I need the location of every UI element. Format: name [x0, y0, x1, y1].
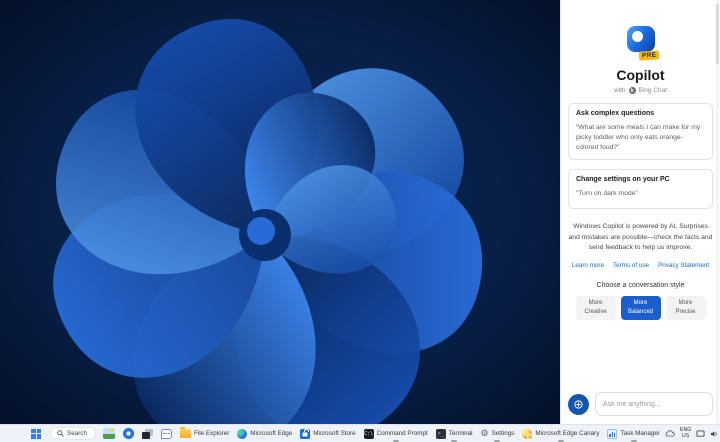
language-indicator[interactable]: ENG US [680, 427, 691, 440]
new-topic-button[interactable] [568, 393, 589, 415]
taskbar-app-task-manager[interactable]: Task Manager [604, 426, 663, 442]
app-label: Microsoft Edge Canary [535, 430, 600, 437]
microsoft-store-icon [300, 428, 311, 439]
legal-links: Learn more Terms of use Privacy Statemen… [568, 262, 713, 269]
style-btn-line2: Precise [675, 308, 696, 315]
taskbar-app-microsoft-edge-canary[interactable]: Microsoft Edge Canary [519, 426, 602, 442]
style-btn-line2: Creative [584, 308, 607, 315]
chat-input-row [568, 392, 713, 416]
desktop-wallpaper[interactable] [0, 0, 560, 424]
taskbar-app-microsoft-edge[interactable]: Microsoft Edge [234, 426, 295, 442]
volume-icon[interactable] [710, 430, 719, 438]
style-more-precise-button[interactable]: More Precise [665, 295, 706, 320]
settings-gear-icon: ⚙ [480, 428, 489, 438]
terms-of-use-link[interactable]: Terms of use [613, 262, 649, 269]
learn-more-link[interactable]: Learn more [572, 262, 604, 269]
bing-icon: b [628, 87, 636, 94]
app-label: File Explorer [193, 430, 230, 437]
app-label: Microsoft Edge [250, 430, 293, 437]
card-heading: Change settings on your PC [576, 175, 670, 183]
copilot-taskbar-button[interactable] [120, 426, 137, 442]
running-indicator [451, 439, 458, 442]
style-btn-line1: More [588, 299, 603, 306]
command-prompt-icon: C:\ [363, 428, 374, 439]
style-btn-line1: More [633, 299, 648, 306]
onedrive-cloud-icon[interactable] [665, 430, 675, 437]
suggestion-card-complex-questions[interactable]: Ask complex questions “What are some mea… [568, 103, 713, 160]
conversation-style-label: Choose a conversation style [596, 281, 685, 289]
chat-button[interactable] [158, 426, 175, 442]
running-indicator [557, 439, 564, 442]
running-indicator [630, 439, 637, 442]
bloom-wallpaper-art [0, 0, 560, 424]
style-more-creative-button[interactable]: More Creative [575, 295, 616, 320]
app-label: Settings [491, 430, 515, 437]
terminal-icon: >_ [435, 428, 446, 439]
copilot-scrollbar-thumb[interactable] [716, 4, 719, 64]
task-view-icon [141, 428, 153, 439]
subtitle-prefix: with [613, 87, 626, 94]
taskbar-app-command-prompt[interactable]: C:\ Command Prompt [361, 426, 431, 442]
suggestion-card-change-settings[interactable]: Change settings on your PC “Turn on dark… [568, 168, 713, 210]
app-label: Command Prompt [376, 430, 428, 437]
windows-logo-icon [31, 428, 41, 439]
app-label: Terminal [448, 430, 473, 437]
copilot-taskbar-icon [122, 428, 134, 439]
app-label: Task Manager [620, 430, 660, 437]
task-view-button[interactable] [139, 426, 156, 442]
chat-icon [160, 428, 172, 439]
card-body: “Turn on dark mode” [576, 189, 638, 197]
taskbar-app-settings[interactable]: ⚙ Settings [478, 426, 518, 442]
running-indicator [494, 439, 501, 442]
microsoft-edge-icon [237, 428, 248, 439]
copilot-logo-icon [626, 26, 655, 52]
copilot-title: Copilot [616, 67, 665, 83]
weather-widget-icon [102, 428, 115, 439]
preview-badge: PRE [638, 50, 660, 61]
copilot-logo: PRE [624, 26, 660, 61]
taskbar: Search File Explorer Microsoft Edge Micr… [0, 424, 720, 442]
start-button[interactable] [28, 426, 44, 442]
card-heading: Ask complex questions [576, 110, 655, 117]
copilot-panel: PRE Copilot with b Bing Chat Ask complex… [560, 0, 720, 424]
taskbar-app-microsoft-store[interactable]: Microsoft Store [297, 426, 358, 442]
search-label: Search [67, 430, 87, 437]
widgets-button[interactable] [100, 426, 118, 442]
running-indicator [392, 439, 399, 442]
style-btn-line2: Balanced [627, 308, 654, 315]
app-label: Microsoft Store [313, 430, 356, 437]
new-topic-icon [574, 399, 583, 409]
system-tray: ENG US 7:23 PM 6/24/2023 [665, 425, 720, 442]
card-body: “What are some meals I can make for my p… [576, 124, 701, 151]
language-line2: US [682, 432, 690, 439]
display-icon[interactable] [696, 429, 705, 438]
subtitle-suffix: Bing Chat [638, 87, 668, 94]
copilot-subtitle: with b Bing Chat [568, 87, 713, 94]
search-box[interactable]: Search [50, 427, 96, 440]
taskbar-app-terminal[interactable]: >_ Terminal [433, 426, 476, 442]
privacy-statement-link[interactable]: Privacy Statement [658, 262, 709, 269]
desktop: PRE Copilot with b Bing Chat Ask complex… [0, 0, 720, 442]
style-more-balanced-button[interactable]: More Balanced [620, 295, 661, 320]
ai-disclaimer: Windows Copilot is powered by AI. Surpri… [568, 223, 713, 251]
taskbar-app-file-explorer[interactable]: File Explorer [177, 426, 232, 442]
file-explorer-icon [179, 427, 191, 438]
search-icon [57, 430, 64, 437]
microsoft-edge-canary-icon [522, 428, 534, 440]
conversation-style-chooser: More Creative More Balanced More Precise [568, 295, 713, 320]
task-manager-icon [607, 428, 618, 439]
style-btn-line1: More [678, 299, 693, 306]
ask-me-anything-input[interactable] [595, 392, 713, 416]
